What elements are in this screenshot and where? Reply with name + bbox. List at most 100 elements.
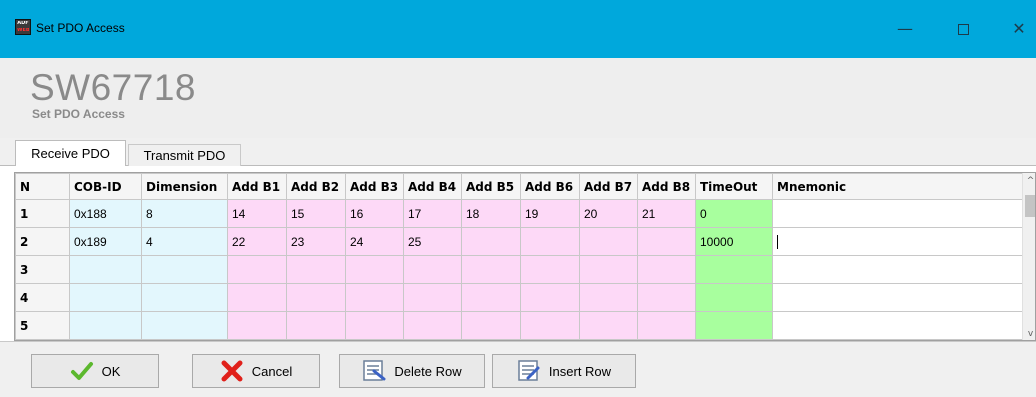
timeout-cell[interactable] <box>695 283 773 312</box>
add-b3-cell[interactable] <box>345 255 404 284</box>
add-b6-cell[interactable]: 19 <box>520 199 580 228</box>
mnemonic-cell-editing[interactable] <box>772 227 1023 256</box>
dimension-cell[interactable]: 8 <box>141 199 228 228</box>
add-b2-cell[interactable]: 15 <box>286 199 346 228</box>
cob-id-cell[interactable] <box>69 255 142 284</box>
close-button[interactable]: ✕ <box>1004 14 1034 44</box>
add-b7-cell[interactable] <box>579 227 638 256</box>
text-cursor <box>777 234 778 249</box>
add-b8-cell[interactable] <box>637 227 696 256</box>
row-number-cell: 1 <box>15 199 70 228</box>
add-b7-cell[interactable] <box>579 283 638 312</box>
add-b6-cell[interactable] <box>520 227 580 256</box>
maximize-icon <box>957 24 969 35</box>
mnemonic-cell[interactable] <box>772 283 1023 312</box>
insert-row-button[interactable]: Insert Row <box>492 354 636 388</box>
add-b6-cell[interactable] <box>520 255 580 284</box>
column-header-add-b8[interactable]: Add B8 <box>637 173 696 200</box>
column-header-add-b6[interactable]: Add B6 <box>520 173 580 200</box>
add-b2-cell[interactable] <box>286 283 346 312</box>
add-b5-cell[interactable] <box>461 283 521 312</box>
column-header-dimension[interactable]: Dimension <box>141 173 228 200</box>
table-row[interactable]: 4 <box>15 283 1023 312</box>
scroll-down-icon[interactable]: v <box>1023 326 1035 340</box>
cob-id-cell[interactable] <box>69 311 142 340</box>
maximize-button[interactable] <box>948 14 978 44</box>
scroll-thumb[interactable] <box>1025 195 1035 217</box>
add-b1-cell[interactable] <box>227 255 287 284</box>
add-b8-cell[interactable]: 21 <box>637 199 696 228</box>
add-b7-cell[interactable] <box>579 311 638 340</box>
red-x-icon <box>220 359 244 383</box>
delete-row-button[interactable]: Delete Row <box>339 354 485 388</box>
cob-id-cell[interactable] <box>69 283 142 312</box>
dimension-cell[interactable] <box>141 283 228 312</box>
delete-row-icon <box>362 359 386 383</box>
column-header-add-b5[interactable]: Add B5 <box>461 173 521 200</box>
add-b2-cell[interactable] <box>286 255 346 284</box>
cob-id-cell[interactable]: 0x188 <box>69 199 142 228</box>
add-b7-cell[interactable]: 20 <box>579 199 638 228</box>
add-b7-cell[interactable] <box>579 255 638 284</box>
column-header-add-b1[interactable]: Add B1 <box>227 173 287 200</box>
pdo-grid[interactable]: N COB-ID Dimension Add B1 Add B2 Add B3 … <box>14 172 1036 341</box>
dimension-cell[interactable]: 4 <box>141 227 228 256</box>
dimension-cell[interactable] <box>141 255 228 284</box>
column-header-mnemonic[interactable]: Mnemonic <box>772 173 1023 200</box>
add-b8-cell[interactable] <box>637 311 696 340</box>
mnemonic-cell[interactable] <box>772 199 1023 228</box>
add-b2-cell[interactable] <box>286 311 346 340</box>
table-row[interactable]: 3 <box>15 255 1023 284</box>
timeout-cell[interactable]: 0 <box>695 199 773 228</box>
add-b3-cell[interactable] <box>345 283 404 312</box>
mnemonic-cell[interactable] <box>772 311 1023 340</box>
column-header-add-b3[interactable]: Add B3 <box>345 173 404 200</box>
add-b1-cell[interactable]: 14 <box>227 199 287 228</box>
table-header-row: N COB-ID Dimension Add B1 Add B2 Add B3 … <box>15 173 1023 200</box>
cancel-button[interactable]: Cancel <box>192 354 320 388</box>
timeout-cell[interactable] <box>695 255 773 284</box>
add-b3-cell[interactable] <box>345 311 404 340</box>
add-b4-cell[interactable] <box>403 311 462 340</box>
add-b5-cell[interactable]: 18 <box>461 199 521 228</box>
tab-receive-pdo[interactable]: Receive PDO <box>15 140 126 166</box>
column-header-timeout[interactable]: TimeOut <box>695 173 773 200</box>
add-b5-cell[interactable] <box>461 227 521 256</box>
scroll-up-icon[interactable]: ^ <box>1023 173 1035 189</box>
add-b6-cell[interactable] <box>520 311 580 340</box>
vertical-scrollbar[interactable]: ^ v <box>1022 173 1035 340</box>
ok-button[interactable]: OK <box>31 354 159 388</box>
tab-transmit-pdo[interactable]: Transmit PDO <box>128 144 241 166</box>
column-header-cob-id[interactable]: COB-ID <box>69 173 142 200</box>
cob-id-cell[interactable]: 0x189 <box>69 227 142 256</box>
add-b2-cell[interactable]: 23 <box>286 227 346 256</box>
add-b1-cell[interactable]: 22 <box>227 227 287 256</box>
add-b3-cell[interactable]: 16 <box>345 199 404 228</box>
title-bar[interactable]: ADF WEB Set PDO Access — ✕ <box>0 0 1036 58</box>
add-b5-cell[interactable] <box>461 311 521 340</box>
add-b1-cell[interactable] <box>227 311 287 340</box>
add-b3-cell[interactable]: 24 <box>345 227 404 256</box>
timeout-cell[interactable]: 10000 <box>695 227 773 256</box>
column-header-n[interactable]: N <box>15 173 70 200</box>
add-b4-cell[interactable]: 17 <box>403 199 462 228</box>
table-row[interactable]: 5 <box>15 311 1023 340</box>
column-header-add-b4[interactable]: Add B4 <box>403 173 462 200</box>
add-b8-cell[interactable] <box>637 255 696 284</box>
timeout-cell[interactable] <box>695 311 773 340</box>
add-b8-cell[interactable] <box>637 283 696 312</box>
add-b4-cell[interactable] <box>403 255 462 284</box>
dimension-cell[interactable] <box>141 311 228 340</box>
minimize-button[interactable]: — <box>890 14 920 44</box>
table-row[interactable]: 1 0x188 8 14 15 16 17 18 19 20 21 0 <box>15 199 1023 228</box>
delete-row-label: Delete Row <box>394 363 462 379</box>
column-header-add-b7[interactable]: Add B7 <box>579 173 638 200</box>
column-header-add-b2[interactable]: Add B2 <box>286 173 346 200</box>
add-b4-cell[interactable] <box>403 283 462 312</box>
mnemonic-cell[interactable] <box>772 255 1023 284</box>
add-b6-cell[interactable] <box>520 283 580 312</box>
add-b1-cell[interactable] <box>227 283 287 312</box>
add-b4-cell[interactable]: 25 <box>403 227 462 256</box>
add-b5-cell[interactable] <box>461 255 521 284</box>
table-row[interactable]: 2 0x189 4 22 23 24 25 10000 <box>15 227 1023 256</box>
